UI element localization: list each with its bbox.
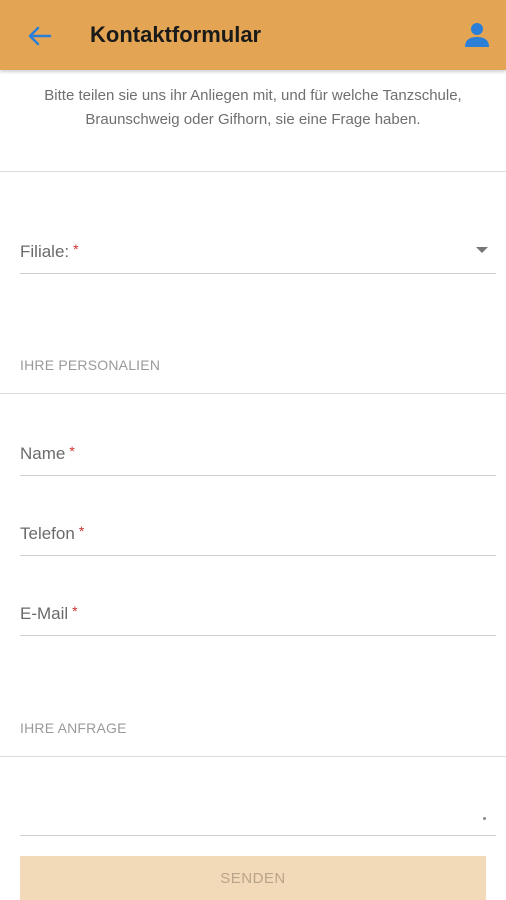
field-underline: [20, 835, 496, 836]
section-personal-header: IHRE PERSONALIEN: [20, 357, 161, 373]
required-marker: *: [73, 241, 79, 257]
required-marker: *: [78, 523, 85, 539]
arrow-left-icon: [28, 26, 52, 46]
branch-label: Filiale: *: [20, 241, 79, 261]
field-underline: [20, 555, 496, 556]
page-title: Kontaktformular: [90, 22, 262, 47]
caret-down-icon[interactable]: [476, 247, 488, 253]
app-bar: Kontaktformular: [0, 0, 506, 70]
send-button[interactable]: SENDEN: [20, 856, 486, 900]
email-label: E-Mail *: [20, 603, 78, 623]
field-underline: [20, 475, 496, 476]
resize-handle[interactable]: [483, 817, 486, 820]
divider: [0, 756, 506, 757]
section-request-header: IHRE ANFRAGE: [20, 720, 127, 736]
required-marker: *: [72, 603, 78, 619]
required-marker: *: [69, 443, 75, 459]
branch-select[interactable]: Filiale: *: [20, 238, 496, 274]
account-button[interactable]: [462, 20, 492, 50]
email-field[interactable]: E-Mail *: [20, 600, 496, 636]
phone-label: Telefon *: [20, 523, 85, 543]
user-icon: [465, 23, 489, 47]
phone-field[interactable]: Telefon *: [20, 520, 496, 556]
field-underline: [20, 635, 496, 636]
request-textarea[interactable]: [20, 760, 496, 836]
divider: [0, 171, 506, 172]
name-field[interactable]: Name *: [20, 440, 496, 476]
intro-text: Bitte teilen sie uns ihr Anliegen mit, u…: [44, 87, 462, 128]
back-button[interactable]: [24, 22, 54, 50]
name-label: Name *: [20, 443, 75, 463]
field-underline: [20, 273, 496, 274]
divider: [0, 393, 506, 394]
